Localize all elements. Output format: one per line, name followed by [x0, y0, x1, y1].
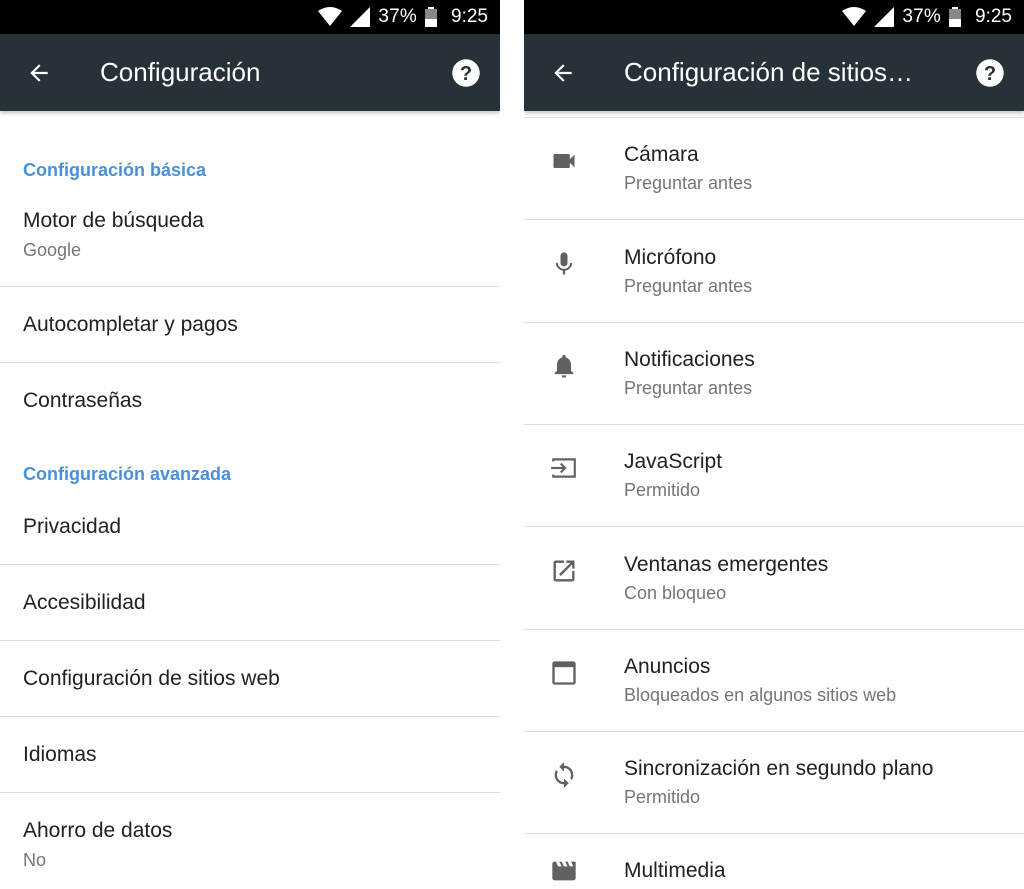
site-setting-background-sync[interactable]: Sincronización en segundo plano Permitid… [524, 731, 1024, 833]
cell-signal-icon [874, 7, 895, 27]
back-button[interactable] [19, 53, 59, 93]
site-setting-multimedia[interactable]: Multimedia [524, 833, 1024, 889]
site-setting-camera[interactable]: Cámara Preguntar antes [524, 117, 1024, 219]
app-bar: Configuración ? [0, 34, 500, 111]
site-setting-popups[interactable]: Ventanas emergentes Con bloqueo [524, 527, 1024, 629]
settings-item-data-saver[interactable]: Ahorro de datos No [0, 819, 500, 871]
divider [0, 362, 500, 363]
settings-item-privacy[interactable]: Privacidad [0, 515, 500, 539]
site-setting-javascript[interactable]: JavaScript Permitido [524, 424, 1024, 526]
sync-icon [550, 761, 578, 789]
battery-percent: 37% [378, 6, 418, 27]
ads-icon [550, 659, 578, 687]
camera-icon [550, 147, 578, 175]
help-icon: ? [452, 59, 480, 87]
popup-icon [550, 557, 578, 585]
clock: 9:25 [451, 6, 488, 27]
svg-text:?: ? [984, 63, 996, 85]
panel-gutter [500, 0, 524, 889]
site-setting-microphone[interactable]: Micrófono Preguntar antes [524, 220, 1024, 322]
settings-item-search-engine[interactable]: Motor de búsqueda Google [0, 209, 500, 261]
clock: 9:25 [975, 6, 1012, 27]
page-title: Configuración [100, 57, 261, 87]
bell-icon [550, 352, 578, 380]
back-arrow-icon [554, 63, 572, 82]
cell-signal-icon [350, 7, 371, 27]
back-arrow-icon [30, 63, 48, 82]
battery-percent: 37% [902, 6, 942, 27]
status-bar: 37% 9:25 [524, 0, 1024, 34]
site-setting-notifications[interactable]: Notificaciones Preguntar antes [524, 322, 1024, 424]
wifi-icon [318, 7, 343, 27]
page-title: Configuración de sitios… [624, 57, 914, 87]
help-button[interactable]: ? [450, 57, 482, 89]
battery-icon [425, 7, 438, 27]
microphone-icon [550, 250, 578, 278]
media-icon [550, 857, 578, 885]
settings-item-languages[interactable]: Idiomas [0, 743, 500, 767]
divider [0, 564, 500, 565]
wifi-icon [842, 7, 867, 27]
settings-item-accessibility[interactable]: Accesibilidad [0, 591, 500, 615]
settings-panel: 37% 9:25 Configuración ? Configuración b… [0, 0, 500, 889]
back-button[interactable] [543, 53, 583, 93]
section-header-basic: Configuración básica [23, 160, 207, 180]
divider [0, 792, 500, 793]
divider [0, 640, 500, 641]
settings-item-passwords[interactable]: Contraseñas [0, 389, 500, 413]
status-bar: 37% 9:25 [0, 0, 500, 34]
settings-item-site-settings[interactable]: Configuración de sitios web [0, 667, 500, 691]
section-header-advanced: Configuración avanzada [23, 464, 232, 484]
battery-icon [949, 7, 962, 27]
svg-text:?: ? [460, 63, 472, 85]
app-bar: Configuración de sitios… ? [524, 34, 1024, 111]
divider [0, 286, 500, 287]
site-setting-ads[interactable]: Anuncios Bloqueados en algunos sitios we… [524, 629, 1024, 731]
javascript-icon [550, 454, 578, 482]
settings-item-autofill[interactable]: Autocompletar y pagos [0, 313, 500, 337]
help-button[interactable]: ? [974, 57, 1006, 89]
divider [0, 716, 500, 717]
site-settings-panel: 37% 9:25 Configuración de sitios… ? Cáma… [524, 0, 1024, 889]
help-icon: ? [976, 59, 1004, 87]
